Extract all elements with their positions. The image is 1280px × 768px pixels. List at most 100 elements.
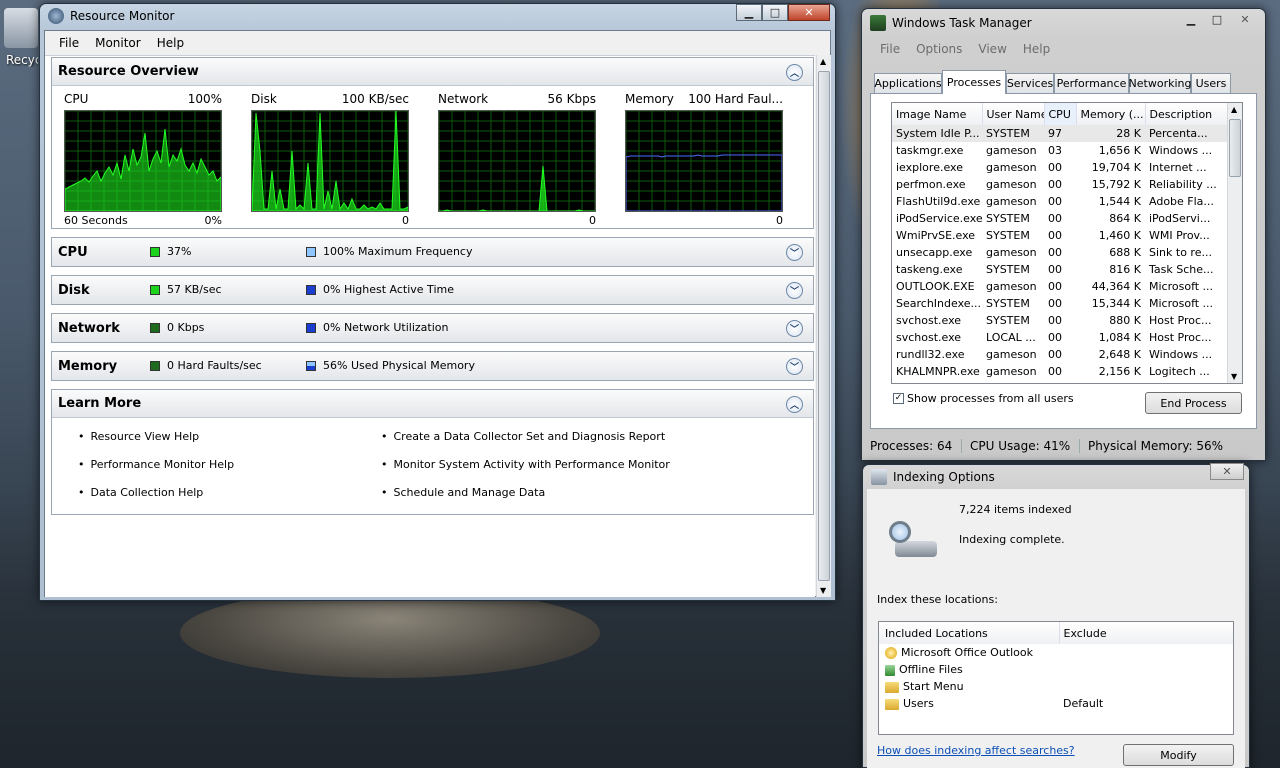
tab-networking[interactable]: Networking (1129, 73, 1191, 93)
location-row[interactable]: Microsoft Office Outlook (879, 644, 1233, 661)
process-row[interactable]: svchost.exe SYSTEM 00 880 K Host Proc... (892, 312, 1228, 329)
scroll-down-icon[interactable]: ▼ (820, 586, 826, 595)
column-user-name[interactable]: User Name (982, 103, 1045, 125)
menu-bar: File Monitor Help (45, 31, 830, 53)
process-row[interactable]: FlashUtil9d.exe gameson 00 1,544 K Adobe Fla… (892, 193, 1228, 210)
process-row[interactable]: SearchIndexe... SYSTEM 00 15,344 K Microsoft… (892, 295, 1228, 312)
process-row[interactable]: OUTLOOK.EXE gameson 00 44,364 K Microsoft ..… (892, 278, 1228, 295)
show-all-label[interactable]: Show processes from all users (907, 392, 1074, 405)
menu-file[interactable]: File (872, 42, 908, 56)
cpu-section[interactable]: CPU 37% 100% Maximum Frequency ﹀ (51, 237, 814, 267)
process-memory: 880 K (1109, 314, 1141, 327)
tab-performance[interactable]: Performance (1054, 73, 1129, 93)
process-cpu: 00 (1048, 280, 1062, 293)
expand-chevron-icon[interactable]: ﹀ (786, 320, 803, 337)
process-memory: 688 K (1109, 246, 1141, 259)
maximize-button[interactable]: □ (762, 4, 788, 21)
menu-help[interactable]: Help (149, 36, 192, 50)
expand-chevron-icon[interactable]: ﹀ (786, 358, 803, 375)
column-image-name[interactable]: Image Name (892, 103, 983, 125)
status-processes: Processes: 64 (866, 439, 962, 453)
schedule-manage-data-link[interactable]: Schedule and Manage Data (381, 486, 546, 499)
location-exclude (1059, 661, 1233, 678)
expand-chevron-icon[interactable]: ﹀ (786, 282, 803, 299)
disk-rate-value: 57 KB/sec (167, 283, 222, 296)
maximize-button[interactable]: □ (1204, 11, 1230, 28)
network-section[interactable]: Network 0 Kbps 0% Network Utilization ﹀ (51, 313, 814, 343)
minimize-button[interactable]: ▁ (1178, 11, 1204, 28)
process-memory: 44,364 K (1091, 280, 1141, 293)
process-row[interactable]: svchost.exe LOCAL ... 00 1,084 K Host Proc..… (892, 329, 1228, 346)
menu-file[interactable]: File (51, 36, 87, 50)
show-all-checkbox[interactable]: ✓ (893, 393, 904, 404)
process-row[interactable]: System Idle P... SYSTEM 97 28 K Percenta... (892, 125, 1228, 142)
close-button[interactable]: ✕ (1230, 11, 1260, 28)
process-image-name: svchost.exe (896, 314, 962, 327)
process-row[interactable]: KHALMNPR.exe gameson 00 2,156 K Logitech ... (892, 363, 1228, 380)
process-row[interactable]: perfmon.exe gameson 00 15,792 K Reliability … (892, 176, 1228, 193)
tab-services[interactable]: Services (1006, 73, 1054, 93)
scroll-thumb[interactable] (1229, 119, 1241, 177)
process-memory: 2,156 K (1098, 365, 1141, 378)
process-row[interactable]: unsecapp.exe gameson 00 688 K Sink to re... (892, 244, 1228, 261)
process-memory: 816 K (1109, 263, 1141, 276)
resource-monitor-titlebar[interactable]: Resource Monitor (40, 4, 835, 28)
location-name: Start Menu (903, 680, 964, 693)
column-cpu[interactable]: CPU (1044, 103, 1077, 125)
tab-processes[interactable]: Processes (942, 70, 1006, 94)
location-row[interactable]: Offline Files (879, 661, 1233, 678)
collapse-chevron-icon[interactable]: ︿ (786, 396, 803, 413)
memory-plot (625, 110, 783, 212)
scroll-thumb[interactable] (818, 71, 830, 581)
graph-min: 0 (402, 214, 409, 227)
expand-chevron-icon[interactable]: ﹀ (786, 244, 803, 261)
menu-help[interactable]: Help (1015, 42, 1058, 56)
scroll-down-icon[interactable]: ▼ (1231, 372, 1237, 381)
process-row[interactable]: iexplore.exe gameson 00 19,704 K Internet ..… (892, 159, 1228, 176)
process-row[interactable]: iPodService.exe SYSTEM 00 864 K iPodServi... (892, 210, 1228, 227)
scroll-up-icon[interactable]: ▲ (1231, 105, 1237, 114)
minimize-button[interactable]: ▁ (736, 4, 762, 21)
data-collection-help-link[interactable]: Data Collection Help (78, 486, 204, 499)
recycle-bin-icon[interactable] (4, 8, 38, 48)
column-memory[interactable]: Memory (... (1076, 103, 1146, 125)
column-description[interactable]: Description (1145, 103, 1228, 125)
process-list-scrollbar[interactable]: ▲ ▼ (1227, 103, 1242, 383)
data-collector-set-link[interactable]: Create a Data Collector Set and Diagnosi… (381, 430, 666, 443)
modify-button[interactable]: Modify (1123, 744, 1234, 766)
end-process-button[interactable]: End Process (1145, 392, 1242, 414)
recycle-bin-label[interactable]: Recycle Bin (6, 53, 38, 67)
graph-max: 100% (187, 92, 222, 106)
close-button[interactable]: ✕ (788, 4, 830, 21)
memory-section[interactable]: Memory 0 Hard Faults/sec 56% Used Physic… (51, 351, 814, 381)
indexing-titlebar[interactable]: Indexing Options (863, 465, 1249, 489)
location-row[interactable]: Users Default (879, 695, 1233, 712)
column-exclude[interactable]: Exclude (1059, 622, 1233, 644)
resource-monitor-window: Resource Monitor ▁ □ ✕ File Monitor Help… (39, 3, 836, 601)
disk-chart-svg (251, 110, 409, 212)
process-row[interactable]: taskeng.exe SYSTEM 00 816 K Task Sche... (892, 261, 1228, 278)
process-image-name: SearchIndexe... (896, 297, 981, 310)
resource-overview-header[interactable]: Resource Overview ︿ (52, 58, 813, 86)
menu-options[interactable]: Options (908, 42, 970, 56)
scroll-up-icon[interactable]: ▲ (820, 57, 826, 66)
tab-users[interactable]: Users (1191, 73, 1231, 93)
process-row[interactable]: rundll32.exe gameson 00 2,648 K Windows ... (892, 346, 1228, 363)
resource-monitor-scrollbar[interactable]: ▲ ▼ (816, 55, 831, 597)
tab-applications[interactable]: Applications (874, 73, 942, 93)
process-row[interactable]: WmiPrvSE.exe SYSTEM 00 1,460 K WMI Prov... (892, 227, 1228, 244)
process-row[interactable]: taskmgr.exe gameson 03 1,656 K Windows ... (892, 142, 1228, 159)
performance-monitor-help-link[interactable]: Performance Monitor Help (78, 458, 235, 471)
monitor-system-activity-link[interactable]: Monitor System Activity with Performance… (381, 458, 670, 471)
location-row[interactable]: Start Menu (879, 678, 1233, 695)
learn-more-header[interactable]: Learn More ︿ (52, 390, 813, 418)
menu-monitor[interactable]: Monitor (87, 36, 149, 50)
menu-view[interactable]: View (970, 42, 1014, 56)
close-button[interactable]: ✕ (1210, 463, 1244, 480)
process-cpu: 00 (1048, 212, 1062, 225)
column-included-locations[interactable]: Included Locations (879, 622, 1060, 644)
collapse-chevron-icon[interactable]: ︿ (786, 64, 803, 81)
resource-view-help-link[interactable]: Resource View Help (78, 430, 200, 443)
disk-section[interactable]: Disk 57 KB/sec 0% Highest Active Time ﹀ (51, 275, 814, 305)
indexing-help-link[interactable]: How does indexing affect searches? (877, 744, 1075, 757)
